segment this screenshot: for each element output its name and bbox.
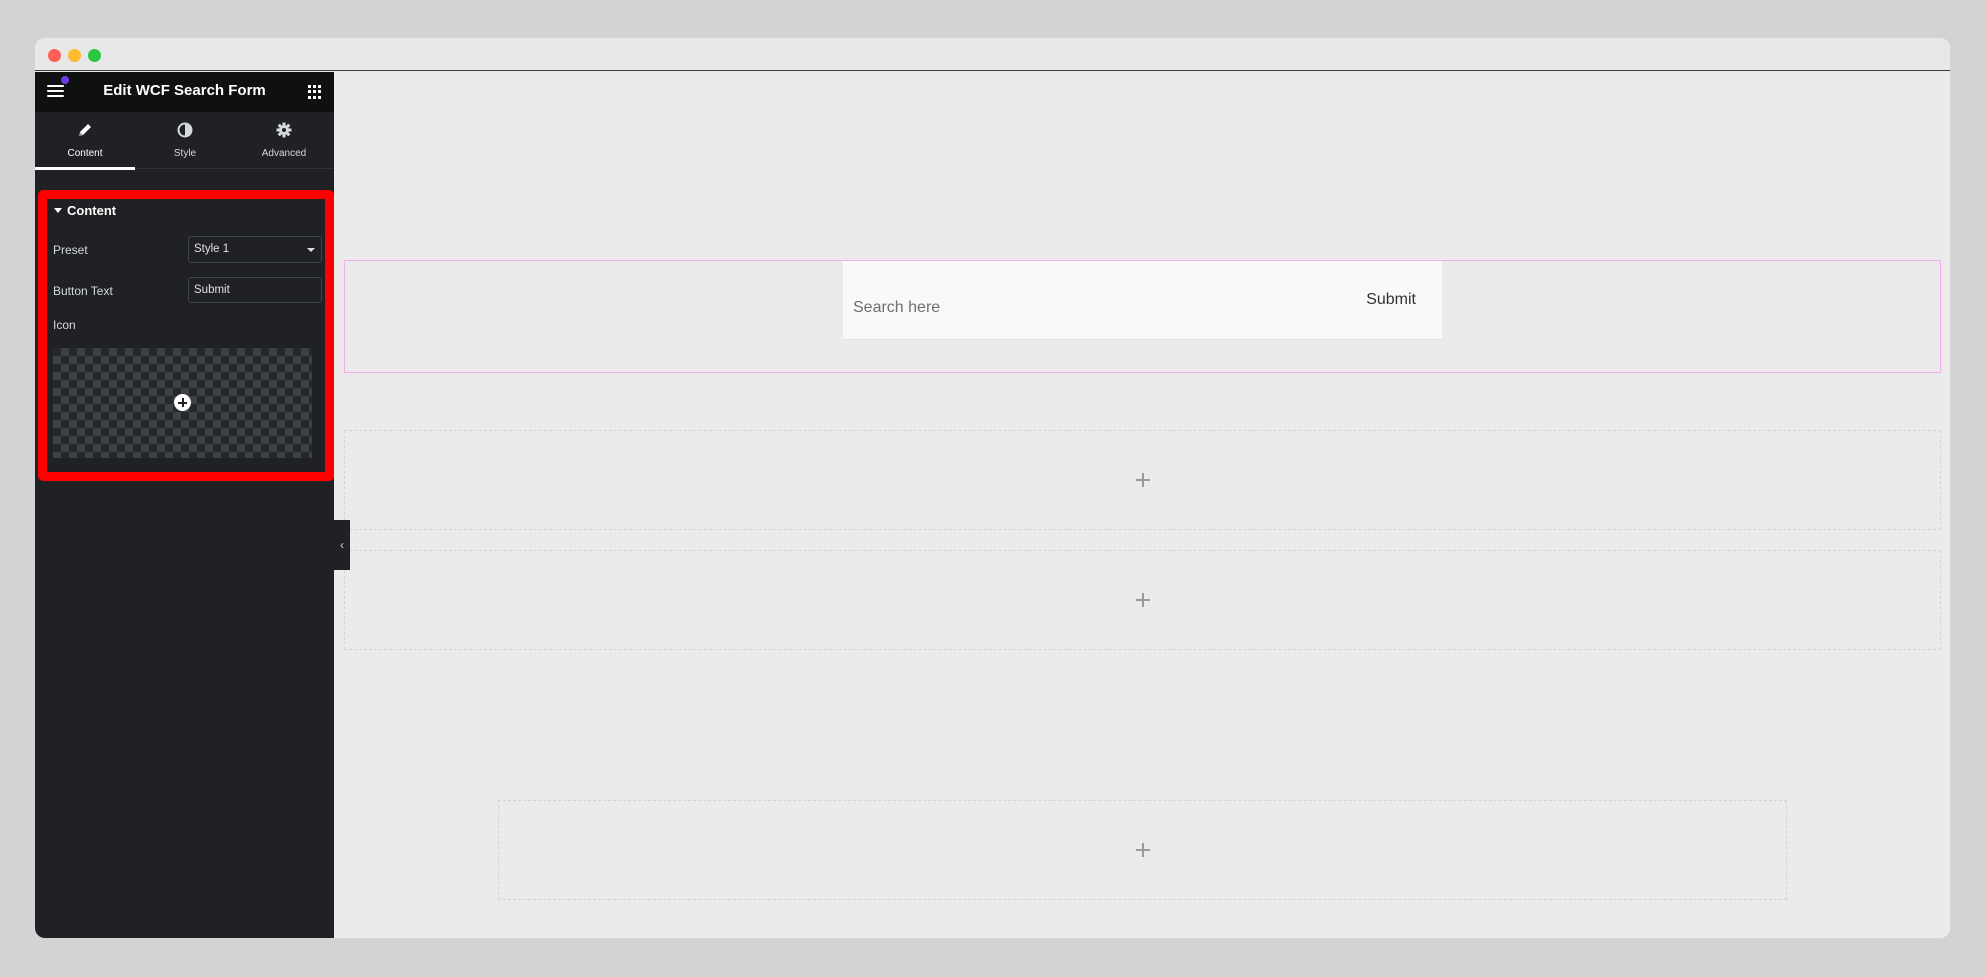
section-toggle-content[interactable]: Content (54, 203, 116, 218)
button-text-label: Button Text (53, 284, 113, 298)
panel-tabs: Content Style Advanced (35, 112, 334, 170)
empty-section[interactable] (498, 800, 1787, 900)
content-section-panel: Content Preset Style 1 Button Text Submi… (38, 190, 334, 481)
search-input[interactable]: Search here (853, 299, 940, 317)
icon-picker[interactable] (53, 348, 312, 458)
tab-style[interactable]: Style (135, 112, 235, 169)
tab-style-label: Style (173, 148, 197, 159)
title-bar (35, 38, 1950, 71)
tab-content-label: Content (67, 148, 103, 159)
plus-circle-icon[interactable] (174, 394, 191, 411)
chevron-left-icon: ‹ (340, 538, 344, 552)
gear-icon (234, 122, 334, 138)
plus-icon[interactable] (1135, 473, 1150, 487)
icon-label: Icon (53, 318, 76, 332)
grid-icon[interactable] (308, 85, 322, 99)
minimize-window-button[interactable] (68, 49, 81, 62)
editor-sidebar: Edit WCF Search Form Content Style Advan… (35, 72, 334, 938)
tab-content[interactable]: Content (35, 112, 135, 170)
caret-down-icon (307, 248, 315, 252)
tab-advanced-label: Advanced (261, 148, 307, 159)
close-window-button[interactable] (48, 49, 61, 62)
app-window: Edit WCF Search Form Content Style Advan… (35, 38, 1950, 938)
empty-section[interactable] (344, 430, 1941, 530)
maximize-window-button[interactable] (88, 49, 101, 62)
submit-button[interactable]: Submit (1366, 291, 1416, 309)
sidebar-header: Edit WCF Search Form (35, 72, 334, 112)
caret-down-icon (54, 208, 62, 213)
plus-icon[interactable] (1135, 843, 1150, 857)
preset-label: Preset (53, 243, 88, 257)
empty-section[interactable] (344, 550, 1941, 650)
pencil-icon (35, 122, 135, 138)
tab-advanced[interactable]: Advanced (234, 112, 334, 169)
preset-value: Style 1 (194, 243, 230, 255)
half-circle-icon (135, 122, 235, 138)
editor-canvas: Search here Submit (334, 72, 1950, 938)
panel-title: Edit WCF Search Form (103, 82, 266, 99)
plus-icon[interactable] (1135, 593, 1150, 607)
search-form-widget[interactable]: Search here Submit (843, 261, 1442, 340)
preset-select[interactable]: Style 1 (188, 236, 322, 263)
collapse-panel-button[interactable]: ‹ (334, 520, 350, 570)
button-text-input[interactable]: Submit (188, 277, 322, 303)
section-title: Content (67, 203, 117, 218)
